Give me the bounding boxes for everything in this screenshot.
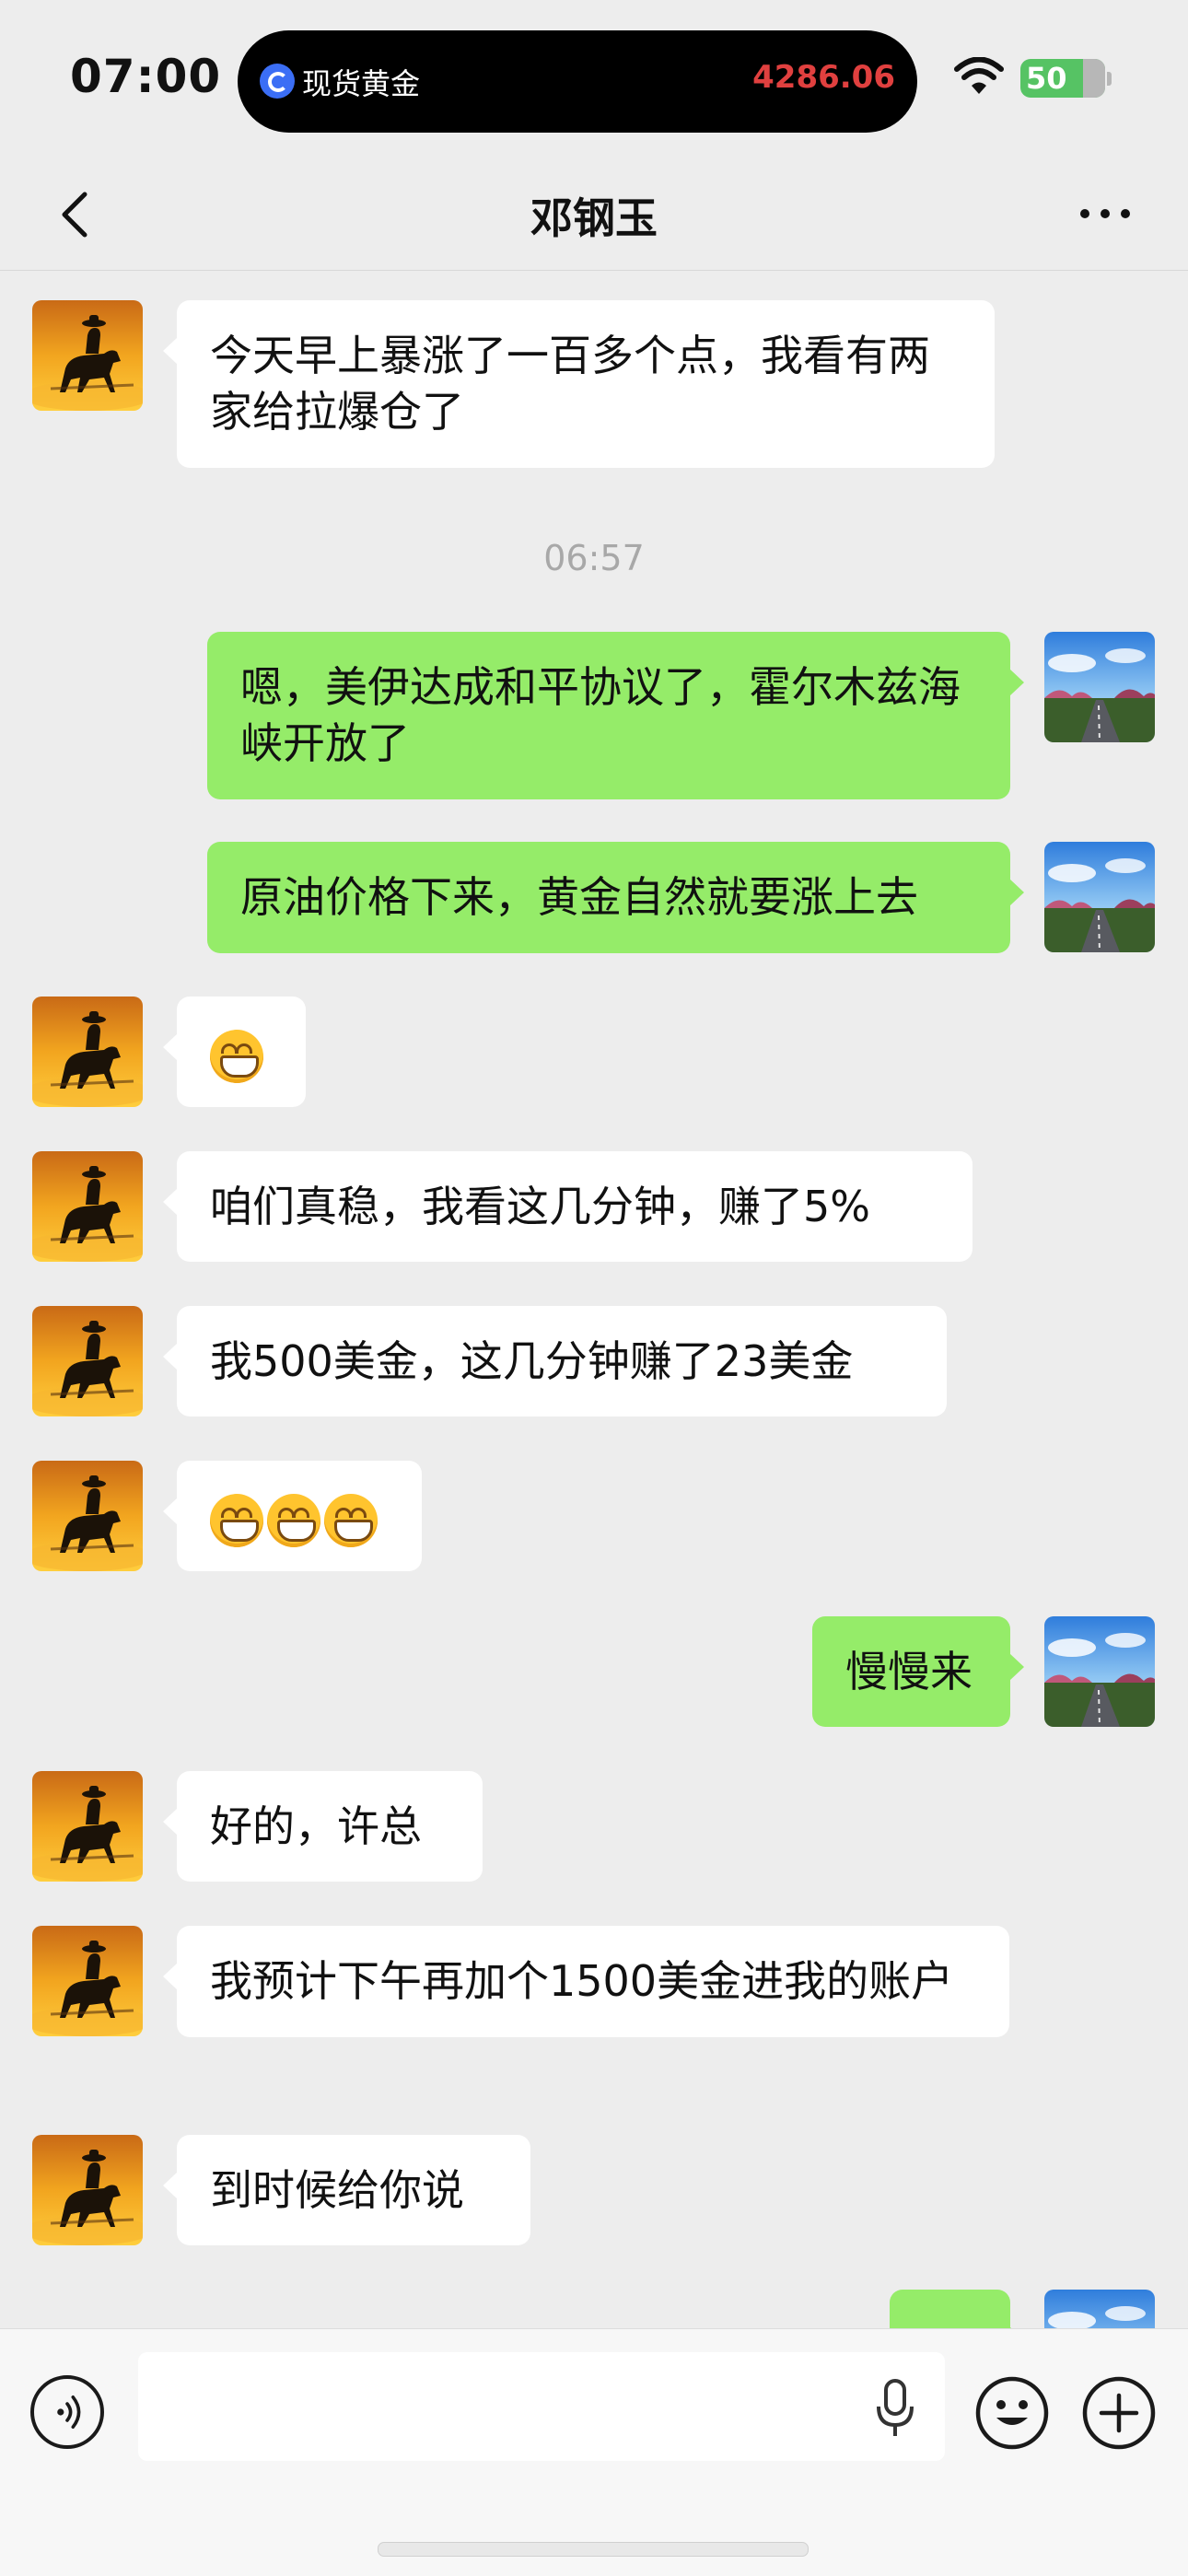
battery-tip [1107, 72, 1112, 86]
chat-title: 邓钢玉 [530, 193, 658, 243]
incoming-emoji-message[interactable] [163, 1461, 422, 1571]
incoming-message[interactable]: 咱们真稳，我看这几分钟，赚了5% [163, 1151, 973, 1262]
microphone-icon[interactable] [869, 2375, 921, 2440]
incoming-message[interactable]: 我500美金，这几分钟赚了23美金 [163, 1306, 947, 1416]
incoming-message[interactable]: 到时候给你说 [163, 2135, 530, 2245]
live-activity-title: 现货黄金 [302, 66, 421, 101]
message-timestamp: 06:57 [543, 538, 645, 578]
contact-avatar[interactable] [32, 1771, 143, 1882]
message-input[interactable] [138, 2352, 945, 2461]
battery-indicator: 50 [1020, 59, 1105, 98]
input-bar [0, 2328, 1188, 2576]
grinning-face-emoji [210, 1493, 263, 1547]
contact-avatar[interactable] [32, 300, 143, 411]
contact-avatar[interactable] [32, 1151, 143, 1262]
contact-avatar[interactable] [32, 2135, 143, 2245]
gold-app-icon [260, 64, 295, 99]
live-activity-price: 4286.06 [752, 59, 895, 96]
wifi-icon [954, 57, 1004, 94]
incoming-message[interactable]: 我预计下午再加个1500美金进我的账户 [163, 1926, 1009, 2037]
plus-circle-icon[interactable] [1081, 2375, 1157, 2451]
my-avatar[interactable] [1044, 842, 1155, 952]
incoming-message[interactable]: 今天早上暴涨了一百多个点，我看有两家给拉爆仓了 [163, 300, 995, 468]
live-activity-gold-price[interactable]: 现货黄金 4286.06 [238, 30, 917, 133]
status-time: 07:00 [70, 50, 222, 103]
status-bar: 07:00 现货黄金 4286.06 50 [0, 0, 1188, 161]
my-avatar[interactable] [1044, 1616, 1155, 1727]
contact-avatar[interactable] [32, 997, 143, 1107]
smiley-icon[interactable] [974, 2375, 1050, 2451]
home-indicator[interactable] [378, 2542, 809, 2557]
contact-avatar[interactable] [32, 1926, 143, 2036]
outgoing-message[interactable]: 原油价格下来，黄金自然就要涨上去 [207, 842, 1024, 953]
voice-icon[interactable] [30, 2375, 104, 2449]
contact-avatar[interactable] [32, 1461, 143, 1571]
contact-avatar[interactable] [32, 1306, 143, 1416]
grinning-face-emoji [267, 1493, 320, 1547]
grinning-face-emoji [210, 1029, 263, 1083]
more-dots-icon[interactable] [1077, 198, 1133, 229]
outgoing-message-partial[interactable] [890, 2290, 1024, 2329]
chat-header: 邓钢玉 [0, 161, 1188, 271]
outgoing-message[interactable]: 慢慢来 [812, 1616, 1024, 1727]
incoming-message[interactable]: 好的，许总 [163, 1771, 483, 1882]
my-avatar[interactable] [1044, 2290, 1155, 2329]
battery-empty-portion [1083, 59, 1105, 98]
outgoing-message[interactable]: 嗯，美伊达成和平协议了，霍尔木兹海峡开放了 [207, 632, 1024, 799]
grinning-face-emoji [324, 1493, 378, 1547]
battery-level: 50 [1026, 61, 1067, 96]
my-avatar[interactable] [1044, 632, 1155, 742]
message-list[interactable]: 今天早上暴涨了一百多个点，我看有两家给拉爆仓了 06:57 嗯，美伊达成和平协议… [0, 271, 1188, 2329]
incoming-emoji-message[interactable] [163, 997, 306, 1107]
